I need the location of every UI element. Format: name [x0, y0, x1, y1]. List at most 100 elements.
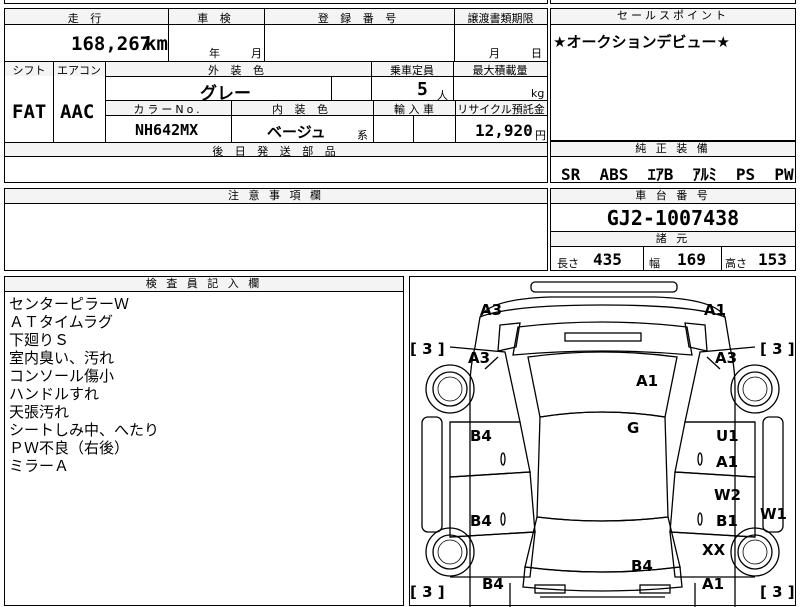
- height-value: 153: [758, 250, 787, 269]
- width-value: 169: [677, 250, 706, 269]
- sales-point-box: セールスポイント ★オークションデビュー★: [550, 8, 796, 141]
- note-line: シートしみ中、へたり: [9, 421, 160, 439]
- equipment-box: 純 正 装 備 SR ABS ｴｱB ｱﾙﾐ PS PW: [550, 141, 796, 185]
- damage-fender-left: A3: [468, 349, 491, 367]
- hood-outline: [512, 321, 693, 356]
- note-line: センターピラーＷ: [9, 295, 130, 313]
- front-bumper-strip: [530, 281, 678, 293]
- capacity-value: 5: [417, 79, 428, 100]
- roof: [536, 411, 669, 522]
- mileage-value: 168,267: [71, 33, 152, 55]
- equipment-label: 純 正 装 備: [551, 142, 795, 157]
- equipment-item: SR: [561, 165, 581, 184]
- inspector-notes-list: センターピラーＷ ＡＴタイムラグ 下廻りＳ 室内臭い、汚れ コンソール傷小 ハン…: [9, 295, 159, 475]
- note-line: 下廻りＳ: [9, 331, 70, 349]
- damage-fender-right: A3: [715, 349, 738, 367]
- damage-front-door-left: B4: [470, 427, 492, 445]
- damage-hood: A1: [636, 372, 659, 390]
- wheel-rear-right: [730, 527, 780, 577]
- chassis-value: GJ2-1007438: [606, 206, 740, 230]
- note-line: 天張汚れ: [9, 403, 70, 421]
- front-bumper: [479, 304, 726, 318]
- tire-front-right: [ 3 ]: [760, 340, 795, 358]
- recycle-fee-unit: 円: [535, 129, 546, 142]
- wheel-rear-left: [425, 527, 475, 577]
- vehicle-info-table: 走 行 車 検 登 録 番 号 譲渡書類期限 168,267 km 年 月 月 …: [4, 8, 548, 183]
- caution-box: 注 意 事 項 欄: [4, 188, 548, 271]
- sales-point-value: ★オークションデビュー★: [553, 33, 730, 51]
- equipment-items: SR ABS ｴｱB ｱﾙﾐ PS PW: [561, 161, 794, 185]
- inspection-month-unit: 月: [251, 47, 262, 60]
- damage-wheel-rear-right: XX: [702, 541, 726, 559]
- door-handle: [697, 512, 703, 526]
- top-strip-right: [550, 0, 796, 4]
- interior-color-suffix: 系: [357, 129, 368, 142]
- note-line: 室内臭い、汚れ: [9, 349, 115, 367]
- wheel-front-right: [730, 364, 780, 414]
- equipment-item: ｴｱB: [647, 165, 674, 184]
- right-front-door: [674, 421, 756, 478]
- equipment-item: PS: [735, 165, 756, 184]
- length-value: 435: [593, 250, 622, 269]
- equipment-item: ABS: [599, 165, 629, 184]
- trunk: [522, 566, 683, 592]
- aircon-label: エアコン: [57, 64, 101, 77]
- damage-front-door-right-2: A1: [716, 453, 739, 471]
- equipment-item: PW: [774, 165, 794, 184]
- grille: [564, 332, 642, 342]
- note-line: コンソール傷小: [9, 367, 115, 385]
- caution-label: 注 意 事 項 欄: [5, 189, 547, 204]
- shift-label: シフト: [12, 64, 46, 77]
- left-rear-door: [449, 471, 536, 538]
- color-no-value: NH642MX: [135, 121, 199, 139]
- damage-front-right: A1: [704, 301, 727, 319]
- damage-roof: G: [627, 419, 640, 437]
- later-parts-label: 後 日 発 送 部 品: [212, 145, 340, 158]
- sales-point-label: セールスポイント: [551, 9, 795, 25]
- inspector-notes-label: 検 査 員 記 入 欄: [5, 277, 403, 292]
- transfer-deadline-label: 譲渡書類期限: [467, 12, 534, 25]
- left-side-sill: [421, 416, 443, 533]
- damage-rear-door-right-2: B1: [716, 512, 738, 530]
- damage-trunk: B4: [631, 557, 653, 575]
- damage-rear-right: A1: [702, 575, 725, 593]
- damage-rear-door-left: B4: [470, 512, 492, 530]
- interior-color-value: ベージュ: [267, 123, 326, 141]
- inspection-label: 車 検: [197, 12, 235, 25]
- left-quarter: [449, 531, 536, 578]
- aircon-value: AAC: [60, 101, 95, 123]
- note-line: ハンドルすれ: [9, 385, 100, 403]
- damage-rear-left: B4: [482, 575, 504, 593]
- car-diagram-box: [ 3 ] [ 3 ] [ 3 ] [ 3 ] A3 A1 A3 A3 A1 G…: [409, 276, 796, 607]
- tire-front-left: [ 3 ]: [410, 340, 445, 358]
- dimensions-label: 諸 元: [551, 232, 795, 247]
- damage-front-door-right-1: U1: [716, 427, 739, 445]
- recycle-fee-value: 12,920: [475, 121, 533, 140]
- body-outline: [469, 296, 736, 607]
- mileage-unit: km: [145, 33, 168, 55]
- wheel-front-left: [425, 364, 475, 414]
- max-load-unit: kg: [531, 87, 545, 100]
- note-line: ミラーＡ: [9, 457, 70, 475]
- damage-front-left: A3: [480, 301, 503, 319]
- damage-rear-door-right-1: W2: [714, 486, 741, 504]
- note-line: ＡＴタイムラグ: [9, 313, 113, 331]
- chassis-box: 車 台 番 号 GJ2-1007438 諸 元 長さ 435 幅 169 高さ …: [550, 188, 796, 271]
- rear-window: [524, 516, 681, 573]
- right-rear-door: [669, 471, 756, 538]
- height-label: 高さ: [725, 257, 747, 270]
- tire-rear-right: [ 3 ]: [760, 583, 795, 601]
- length-label: 長さ: [557, 257, 579, 270]
- top-strip: [4, 0, 548, 4]
- note-line: ＰＷ不良（右後）: [9, 439, 130, 457]
- rear-bumper: [509, 583, 696, 607]
- inspection-year-unit: 年: [209, 47, 220, 60]
- door-handle: [500, 452, 506, 466]
- equipment-item: ｱﾙﾐ: [692, 165, 717, 184]
- deadline-month-unit: 月: [489, 47, 500, 60]
- door-handle: [500, 512, 506, 526]
- damage-side-sill-right: W1: [760, 505, 787, 523]
- mileage-label: 走 行: [67, 12, 106, 25]
- shift-value: FAT: [12, 101, 47, 123]
- width-label: 幅: [649, 257, 660, 270]
